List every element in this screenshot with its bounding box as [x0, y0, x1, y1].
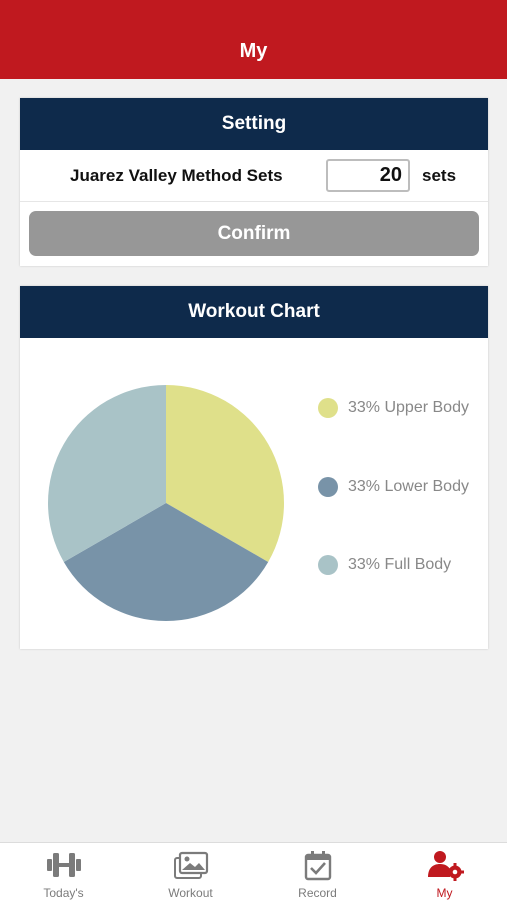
tab-todays-label: Today's: [43, 886, 84, 900]
tab-my[interactable]: My: [381, 843, 507, 900]
legend-item-lower-body: 33% Lower Body: [318, 477, 469, 497]
user-gear-icon: [425, 849, 465, 886]
legend-item-upper-body: 33% Upper Body: [318, 398, 469, 418]
page-title: My: [239, 40, 268, 62]
sets-unit-label: sets: [422, 166, 457, 185]
workout-chart-card: Workout Chart 33% Upper Body 33% Lower B…: [20, 286, 488, 649]
tab-todays[interactable]: Today's: [0, 843, 127, 900]
legend-dot-full-body: [318, 555, 338, 575]
top-app-bar: My: [0, 0, 507, 79]
method-sets-label: Juarez Valley Method Sets: [70, 166, 283, 185]
sets-input[interactable]: [326, 159, 410, 192]
legend-dot-lower-body: [318, 477, 338, 497]
setting-card: Setting Juarez Valley Method Sets sets C…: [20, 98, 488, 266]
tab-record-label: Record: [298, 886, 337, 900]
tab-record[interactable]: Record: [254, 843, 381, 900]
tab-workout-label: Workout: [168, 886, 213, 900]
workout-pie-chart: [48, 385, 284, 621]
bottom-tab-bar: Today's Workout Record My: [0, 842, 507, 900]
legend-label-lower-body: 33% Lower Body: [348, 478, 469, 495]
dumbbell-icon: [44, 849, 84, 886]
legend-dot-upper-body: [318, 398, 338, 418]
confirm-button[interactable]: Confirm: [29, 211, 479, 256]
tab-my-label: My: [436, 886, 453, 900]
tab-workout[interactable]: Workout: [127, 843, 254, 900]
method-sets-row: Juarez Valley Method Sets sets: [20, 150, 488, 202]
setting-header: Setting: [20, 98, 488, 150]
workout-chart-header: Workout Chart: [20, 286, 488, 338]
legend-item-full-body: 33% Full Body: [318, 555, 451, 575]
legend-label-full-body: 33% Full Body: [348, 556, 452, 573]
legend-label-upper-body: 33% Upper Body: [348, 399, 469, 416]
photo-gallery-icon: [171, 849, 211, 886]
calendar-check-icon: [298, 849, 338, 886]
